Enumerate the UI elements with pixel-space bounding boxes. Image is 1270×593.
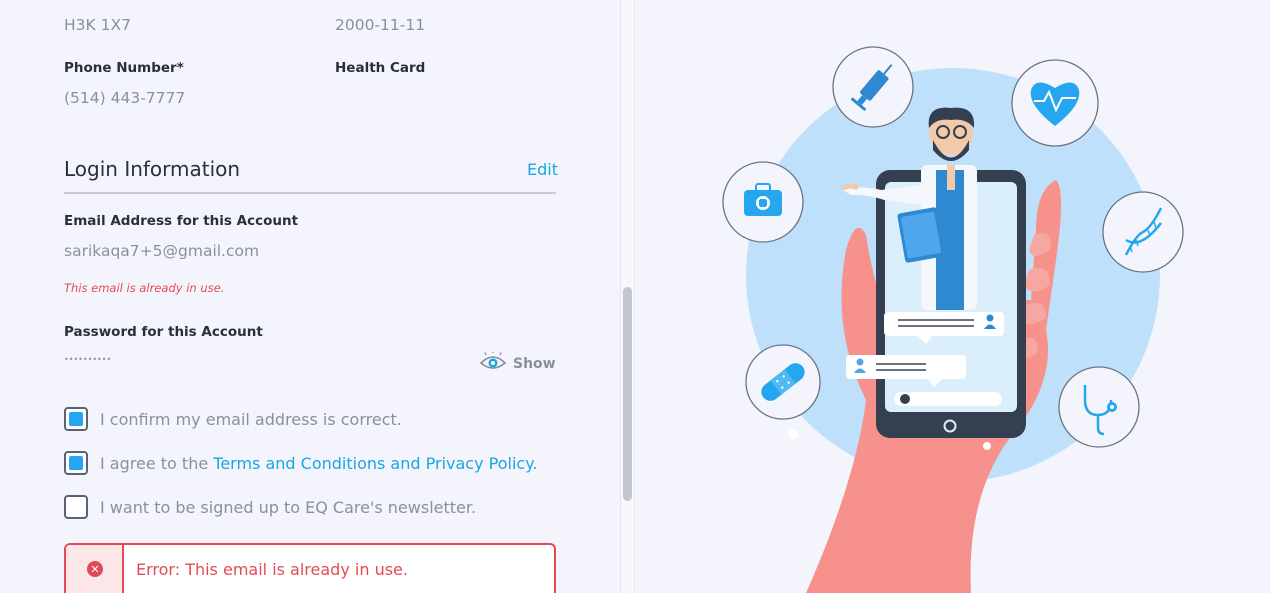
birthdate-value[interactable]: 2000-11-11 [335,16,425,34]
newsletter-text: I want to be signed up to EQ Care's news… [100,497,477,517]
terms-privacy-link[interactable]: Terms and Conditions and Privacy Policy [213,454,532,473]
confirm-email-checkbox[interactable] [64,407,88,431]
email-error-message: This email is already in use. [64,281,225,295]
confirm-email-checkbox-row[interactable]: I confirm my email address is correct. [64,407,402,431]
bandage-icon [745,344,821,420]
close-icon: ✕ [87,561,103,577]
agree-terms-prefix: I agree to the [100,453,214,473]
password-label: Password for this Account [64,324,263,340]
eye-icon [479,351,507,376]
agree-terms-checkbox[interactable] [64,451,88,475]
health-card-label: Health Card [335,60,426,76]
email-field[interactable]: sarikaqa7+5@gmail.com [64,242,259,260]
newsletter-checkbox-row[interactable]: I want to be signed up to EQ Care's news… [64,495,476,519]
newsletter-checkbox[interactable] [64,495,88,519]
phone-value[interactable]: (514) 443-7777 [64,89,185,107]
stethoscope-icon [1058,366,1140,448]
error-banner: ✕ Error: This email is already in use. [64,543,556,593]
scrollbar-thumb[interactable] [623,287,632,501]
edit-login-link[interactable]: Edit [527,160,558,179]
login-section-title: Login Information [64,157,241,181]
first-aid-kit-icon [722,161,804,243]
confirm-email-text: I confirm my email address is correct. [100,409,402,429]
heart-pulse-icon [1011,59,1099,147]
show-password-label: Show [513,356,556,372]
agree-terms-text: I agree to the Terms and Conditions and … [100,454,537,473]
email-label: Email Address for this Account [64,213,299,229]
postal-code-value[interactable]: H3K 1X7 [64,16,131,34]
telemedicine-illustration [636,0,1270,593]
syringe-icon [832,46,914,128]
password-field[interactable]: •••••••••• [64,355,111,364]
error-icon-cell: ✕ [66,545,124,593]
section-divider [64,192,556,194]
agree-terms-suffix: . [532,453,538,473]
dna-icon [1102,191,1184,273]
phone-label: Phone Number* [64,60,184,76]
agree-terms-checkbox-row[interactable]: I agree to the Terms and Conditions and … [64,451,537,475]
error-banner-text: Error: This email is already in use. [136,560,408,579]
show-password-toggle[interactable]: Show [479,351,556,376]
registration-form: H3K 1X7 2000-11-11 Phone Number* Health … [0,0,620,593]
